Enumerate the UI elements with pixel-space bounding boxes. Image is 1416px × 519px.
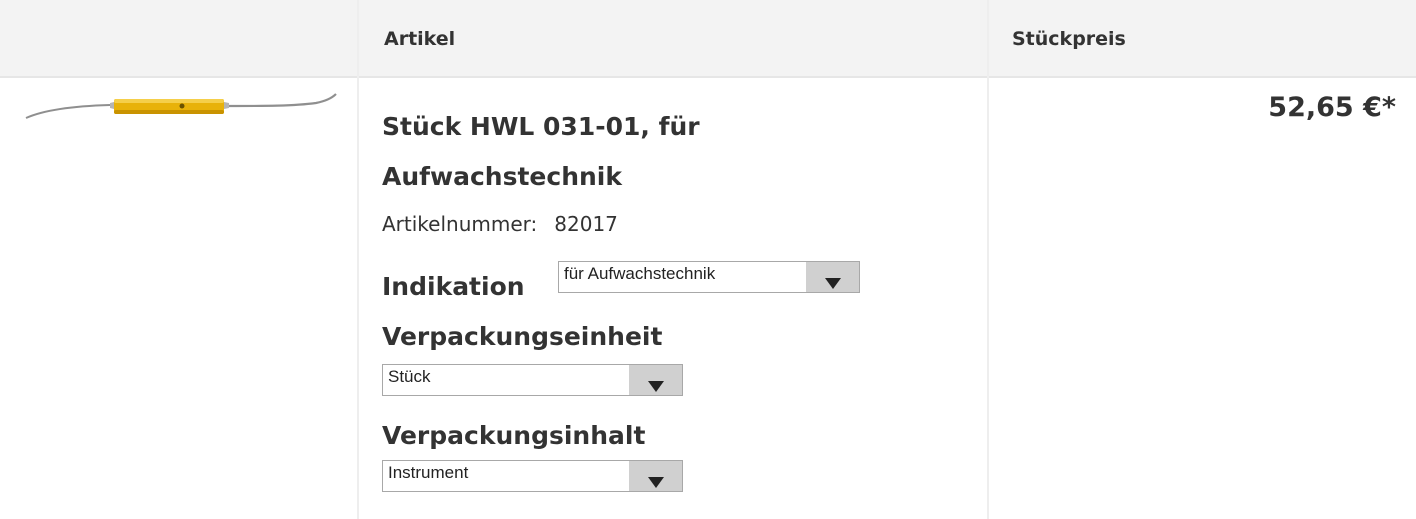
verpackungsinhalt-dropdown-button[interactable] <box>629 461 682 491</box>
verpackungsinhalt-label: Verpackungsinhalt <box>382 421 646 450</box>
article-number-label: Artikelnummer: <box>382 212 538 236</box>
verpackungseinheit-select[interactable]: Stück <box>382 364 683 396</box>
article-number-value: 82017 <box>554 212 618 236</box>
verpackungseinheit-selected-value: Stück <box>388 367 431 386</box>
column-divider <box>987 0 989 519</box>
header-article: Artikel <box>384 28 456 50</box>
dental-wax-instrument-icon <box>25 93 337 119</box>
verpackungseinheit-label: Verpackungseinheit <box>382 322 663 351</box>
indikation-dropdown-button[interactable] <box>806 262 859 292</box>
verpackungseinheit-dropdown-button[interactable] <box>629 365 682 395</box>
header-unit-price: Stückpreis <box>1012 28 1126 50</box>
verpackungsinhalt-selected-value: Instrument <box>388 463 469 482</box>
triangle-down-icon <box>825 278 841 289</box>
column-divider <box>357 0 359 519</box>
product-title[interactable]: Stück HWL 031-01, für Aufwachstechnik <box>382 102 942 202</box>
triangle-down-icon <box>648 381 664 392</box>
unit-price: 52,65 €* <box>1268 92 1396 123</box>
product-table: Artikel Stückpreis Stück HWL 031-01, für… <box>0 0 1416 519</box>
triangle-down-icon <box>648 477 664 488</box>
indikation-select[interactable]: für Aufwachstechnik <box>558 261 860 293</box>
indikation-label: Indikation <box>382 272 525 301</box>
article-number-row: Artikelnummer: 82017 <box>382 212 618 236</box>
table-header-row: Artikel Stückpreis <box>0 0 1416 78</box>
verpackungsinhalt-select[interactable]: Instrument <box>382 460 683 492</box>
indikation-selected-value: für Aufwachstechnik <box>564 264 716 283</box>
product-image[interactable] <box>24 90 340 126</box>
